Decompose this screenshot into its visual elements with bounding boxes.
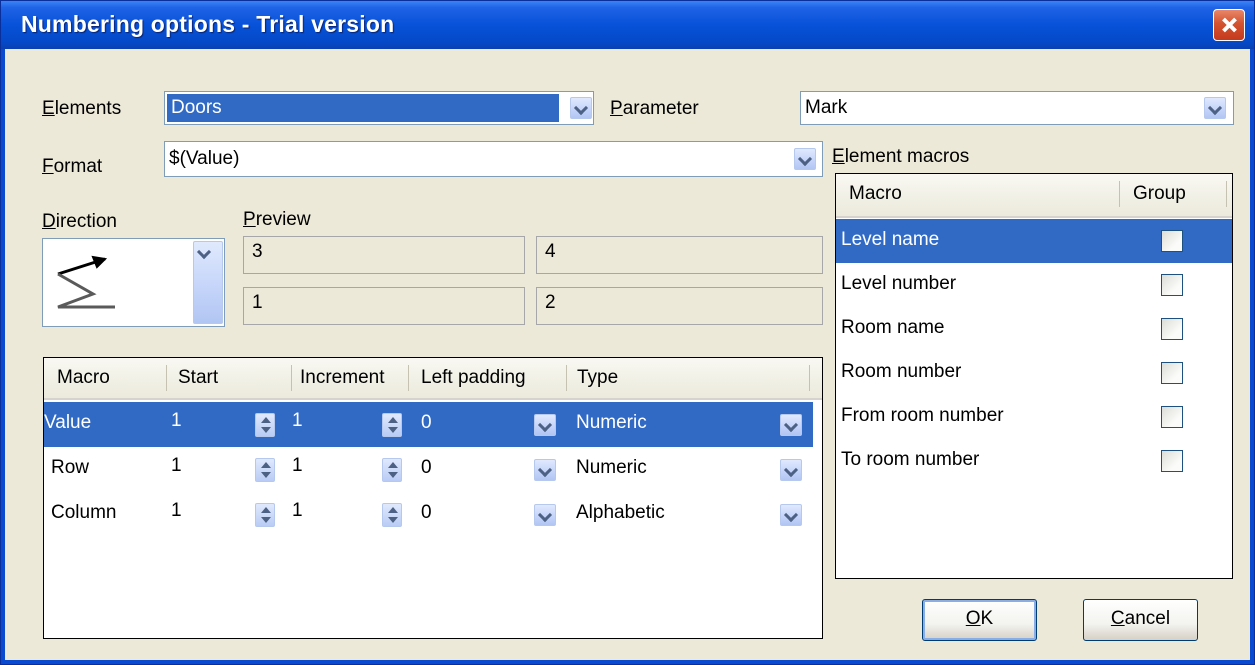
format-label: Format [42,156,103,177]
list-item[interactable]: Room number [836,351,1232,395]
elements-combo[interactable]: Doors [164,91,594,125]
chevron-down-icon[interactable] [570,97,592,119]
macro-name: To room number [841,449,980,470]
increment-cell[interactable]: 1 [292,410,303,432]
macro-grid: Macro Start Increment Left padding Type … [43,357,823,639]
preview-cell: 2 [536,287,823,325]
element-macros-list: Macro Group Level name Level number Room… [835,173,1233,579]
column-header-left-padding[interactable]: Left padding [421,367,526,389]
preview-label: Preview [243,209,311,230]
chevron-down-icon[interactable] [780,414,802,436]
type-cell[interactable]: Numeric [576,457,647,479]
macro-name: Room name [841,317,945,338]
table-row[interactable]: Column 1 1 0 Alphabetic [44,492,813,537]
padding-cell[interactable]: 0 [421,502,432,524]
preview-cell: 1 [243,287,525,325]
list-item[interactable]: From room number [836,395,1232,439]
increment-spinner-icon[interactable] [382,458,402,482]
elements-label: Elements [42,98,122,119]
macro-name: Room number [841,361,962,382]
column-header-increment[interactable]: Increment [300,367,384,389]
chevron-down-icon[interactable] [534,504,556,526]
group-checkbox[interactable] [1161,230,1183,252]
list-header: Macro Group [836,174,1232,218]
chevron-down-icon[interactable] [534,414,556,436]
start-cell[interactable]: 1 [171,410,182,432]
element-macros-label: Element macros [832,146,970,167]
direction-combo[interactable] [42,238,225,327]
type-cell[interactable]: Numeric [576,412,647,434]
padding-cell[interactable]: 0 [421,457,432,479]
macro-name: Level name [841,229,940,250]
group-checkbox[interactable] [1161,274,1183,296]
macro-name: From room number [841,405,1004,426]
window-title: Numbering options - Trial version [21,11,395,37]
table-row[interactable]: Value 1 1 0 Numeric [44,402,813,447]
increment-cell[interactable]: 1 [292,500,303,522]
group-checkbox[interactable] [1161,406,1183,428]
group-checkbox[interactable] [1161,450,1183,472]
macro-cell: Column [51,502,117,523]
format-value: $(Value) [169,148,240,169]
group-checkbox[interactable] [1161,318,1183,340]
chevron-down-icon[interactable] [794,148,816,170]
preview-cell: 3 [243,236,525,274]
parameter-value: Mark [805,97,848,118]
start-spinner-icon[interactable] [255,413,275,437]
column-header-group[interactable]: Group [1133,183,1186,205]
format-combo[interactable]: $(Value) [164,141,823,177]
chevron-down-icon[interactable] [780,504,802,526]
z-direction-icon [57,255,115,309]
macro-cell: Row [51,457,90,478]
title-bar[interactable]: Numbering options - Trial version [1,1,1254,49]
column-header-start[interactable]: Start [178,367,218,389]
chevron-down-icon[interactable] [780,459,802,481]
dialog-body: Elements Doors Parameter Mark Format $(V… [5,49,1250,660]
group-checkbox[interactable] [1161,362,1183,384]
parameter-label: Parameter [610,98,699,119]
macro-cell: Value [44,412,92,433]
close-icon[interactable] [1213,9,1245,41]
elements-value: Doors [167,94,559,122]
column-header-macro[interactable]: Macro [849,183,902,205]
macro-name: Level number [841,273,957,294]
start-cell[interactable]: 1 [171,455,182,477]
start-spinner-icon[interactable] [255,458,275,482]
cancel-button[interactable]: Cancel [1083,599,1198,641]
chevron-down-icon[interactable] [534,459,556,481]
column-header-macro[interactable]: Macro [57,367,110,389]
column-header-type[interactable]: Type [577,367,618,389]
list-item[interactable]: Level number [836,263,1232,307]
start-spinner-icon[interactable] [255,503,275,527]
list-item[interactable]: To room number [836,439,1232,483]
increment-spinner-icon[interactable] [382,503,402,527]
list-item[interactable]: Level name [836,219,1232,263]
parameter-combo[interactable]: Mark [800,91,1234,125]
padding-cell[interactable]: 0 [421,412,432,434]
ok-button[interactable]: OK [922,599,1037,641]
start-cell[interactable]: 1 [171,500,182,522]
increment-spinner-icon[interactable] [382,413,402,437]
chevron-down-icon[interactable] [1204,97,1226,119]
preview-cell: 4 [536,236,823,274]
type-cell[interactable]: Alphabetic [576,502,665,524]
table-row[interactable]: Row 1 1 0 Numeric [44,447,813,492]
direction-label: Direction [42,211,117,232]
chevron-down-icon[interactable] [193,241,223,324]
grid-header: Macro Start Increment Left padding Type [44,358,822,400]
numbering-options-dialog: Numbering options - Trial version Elemen… [0,0,1255,665]
increment-cell[interactable]: 1 [292,455,303,477]
list-item[interactable]: Room name [836,307,1232,351]
